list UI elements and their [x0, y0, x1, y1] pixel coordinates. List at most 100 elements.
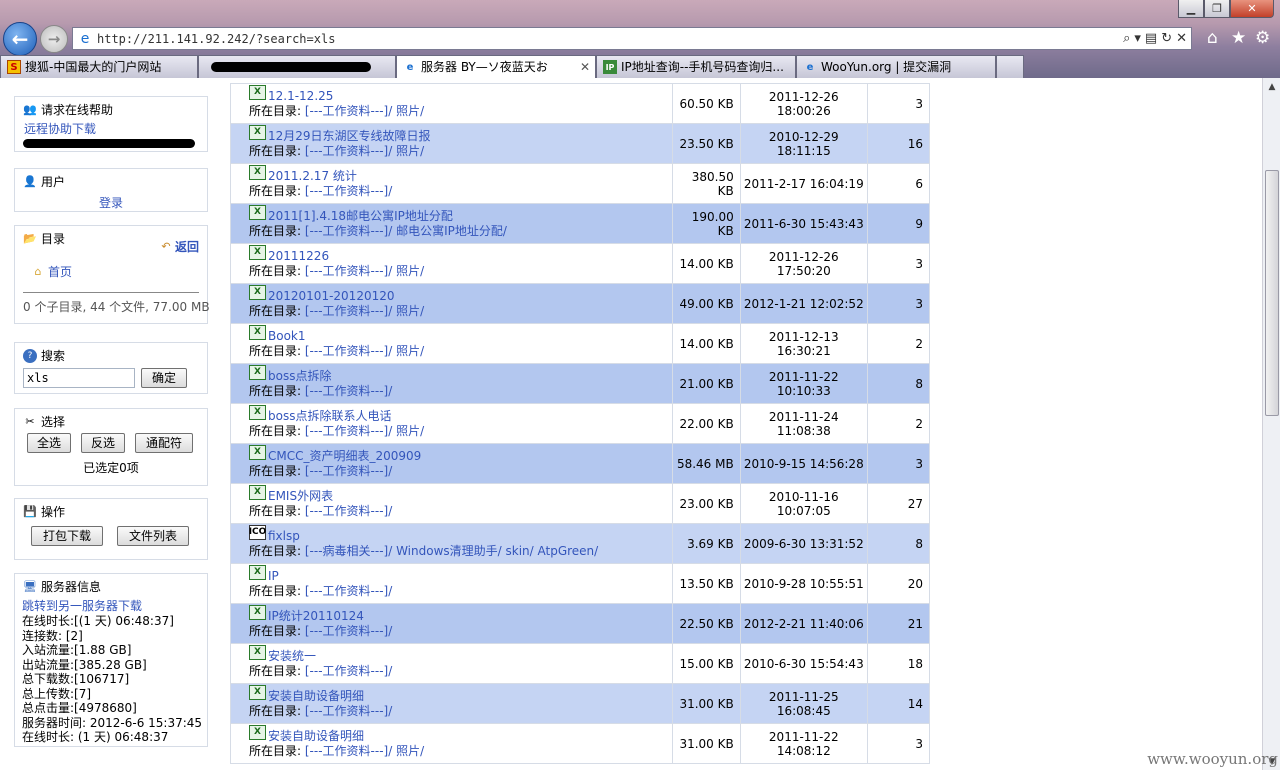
- table-row[interactable]: X 安装统一 所在目录: [---工作资料---]/15.00 KB 2010-6-3…: [230, 643, 931, 684]
- help-title: 请求在线帮助: [41, 103, 114, 117]
- dir-link[interactable]: [---工作资料---]/ 照片/: [305, 144, 424, 158]
- file-link[interactable]: boss点拆除: [268, 369, 331, 384]
- minimize-icon[interactable]: ▁: [1178, 0, 1204, 18]
- file-link[interactable]: EMIS外网表: [268, 489, 333, 504]
- dir-link[interactable]: [---工作资料---]/ 照片/: [305, 344, 424, 358]
- dir-link[interactable]: [---工作资料---]/ 照片/: [305, 304, 424, 318]
- remote-assist-link[interactable]: 远程协助下载: [24, 122, 96, 136]
- forward-button[interactable]: →: [40, 25, 68, 53]
- table-row[interactable]: X 12.1-12.25 所在目录: [---工作资料---]/ 照片/60.50 …: [230, 83, 931, 124]
- file-link[interactable]: 2011.2.17 统计: [268, 169, 357, 184]
- table-row[interactable]: X 2011.2.17 统计 所在目录: [---工作资料---]/380.50 K…: [230, 163, 931, 204]
- file-cell: X 安装自助设备明细 所在目录: [---工作资料---]/ 照片/: [230, 723, 673, 764]
- search-submit-button[interactable]: 确定: [141, 368, 187, 388]
- file-date: 2011-2-17 16:04:19: [739, 163, 868, 204]
- back-button[interactable]: ←: [3, 22, 37, 56]
- vertical-scrollbar[interactable]: ▲ ▼: [1262, 78, 1280, 770]
- table-row[interactable]: X 20120101-20120120 所在目录: [---工作资料---]/ 照片…: [230, 283, 931, 324]
- file-link[interactable]: boss点拆除联系人电话: [268, 409, 391, 424]
- dir-link[interactable]: [---工作资料---]/: [305, 584, 392, 598]
- file-link[interactable]: IP统计20110124: [268, 609, 364, 624]
- search-input[interactable]: [23, 368, 135, 388]
- tab-wooyun[interactable]: e WooYun.org | 提交漏洞: [796, 55, 996, 78]
- table-row[interactable]: X IP 所在目录: [---工作资料---]/13.50 KB 2010-9-28 …: [230, 563, 931, 604]
- file-cell: X 12月29日东湖区专线故障日报 所在目录: [---工作资料---]/ 照片/: [230, 123, 673, 164]
- back-link-wrap[interactable]: ↶ 返回: [159, 238, 199, 255]
- file-link[interactable]: CMCC_资产明细表_200909: [268, 449, 421, 464]
- close-tab-icon[interactable]: ✕: [580, 57, 590, 78]
- table-row[interactable]: X 20111226 所在目录: [---工作资料---]/ 照片/14.00 KB…: [230, 243, 931, 284]
- dir-link[interactable]: [---工作资料---]/ 邮电公寓IP地址分配/: [305, 224, 507, 238]
- table-row[interactable]: X IP统计20110124 所在目录: [---工作资料---]/22.50 KB…: [230, 603, 931, 644]
- dir-link[interactable]: [---工作资料---]/: [305, 704, 392, 718]
- dir-link[interactable]: [---工作资料---]/: [305, 504, 392, 518]
- file-link[interactable]: 安装自助设备明细: [268, 729, 364, 744]
- file-link[interactable]: 20120101-20120120: [268, 289, 395, 304]
- pack-download-button[interactable]: 打包下载: [31, 526, 103, 546]
- dir-link[interactable]: [---工作资料---]/: [305, 384, 392, 398]
- select-all-button[interactable]: 全选: [27, 433, 71, 453]
- table-row[interactable]: X 安装自助设备明细 所在目录: [---工作资料---]/ 照片/31.00 KB…: [230, 723, 931, 764]
- home-link[interactable]: 首页: [48, 263, 72, 280]
- file-list-button[interactable]: 文件列表: [117, 526, 189, 546]
- switch-server-link[interactable]: 跳转到另一服务器下载: [22, 599, 142, 613]
- table-row[interactable]: X Book1 所在目录: [---工作资料---]/ 照片/14.00 KB 201…: [230, 323, 931, 364]
- file-date: 2011-6-30 15:43:43: [739, 203, 868, 244]
- dir-label: 所在目录:: [249, 703, 302, 718]
- file-link[interactable]: 安装统一: [268, 649, 316, 664]
- tools-gear-icon[interactable]: ⚙: [1255, 28, 1270, 48]
- dir-link[interactable]: [---工作资料---]/: [305, 464, 392, 478]
- compat-view-icon[interactable]: ▤: [1145, 31, 1157, 46]
- refresh-icon[interactable]: ↻: [1161, 31, 1172, 46]
- file-link[interactable]: fixlsp: [268, 529, 300, 544]
- table-row[interactable]: Xboss点拆除 所在目录: [---工作资料---]/21.00 KB 2011-…: [230, 363, 931, 404]
- table-row[interactable]: X 2011[1].4.18邮电公寓IP地址分配 所在目录: [---工作资料---…: [230, 203, 931, 244]
- dir-link[interactable]: [---工作资料---]/ 照片/: [305, 104, 424, 118]
- dir-link[interactable]: [---工作资料---]/ 照片/: [305, 264, 424, 278]
- close-window-icon[interactable]: ✕: [1230, 0, 1274, 18]
- dir-link[interactable]: [---病毒相关---]/ Windows清理助手/ skin/ AtpGree…: [305, 544, 598, 558]
- file-link[interactable]: 12月29日东湖区专线故障日报: [268, 129, 431, 144]
- maximize-icon[interactable]: ❐: [1204, 0, 1230, 18]
- file-link[interactable]: IP: [268, 569, 279, 584]
- file-link[interactable]: Book1: [268, 329, 306, 344]
- table-row[interactable]: X CMCC_资产明细表_200909 所在目录: [---工作资料---]/58.…: [230, 443, 931, 484]
- file-link[interactable]: 12.1-12.25: [268, 89, 333, 104]
- table-row[interactable]: Xboss点拆除联系人电话 所在目录: [---工作资料---]/ 照片/22.0…: [230, 403, 931, 444]
- tab-redacted[interactable]: [198, 55, 396, 78]
- dir-link[interactable]: [---工作资料---]/: [305, 624, 392, 638]
- stop-icon[interactable]: ✕: [1176, 31, 1187, 46]
- dir-link[interactable]: [---工作资料---]/ 照片/: [305, 424, 424, 438]
- table-row[interactable]: X EMIS外网表 所在目录: [---工作资料---]/23.00 KB 2010-…: [230, 483, 931, 524]
- search-icon[interactable]: ⌕: [1123, 31, 1130, 46]
- back-link[interactable]: 返回: [175, 238, 199, 255]
- scroll-up-icon[interactable]: ▲: [1263, 78, 1280, 95]
- address-bar[interactable]: e http://211.141.92.242/?search=xls ⌕ ▾ …: [72, 27, 1192, 50]
- dir-link[interactable]: [---工作资料---]/: [305, 664, 392, 678]
- tab-server[interactable]: e 服务器 BY—ソ夜蓝天お ✕: [396, 55, 596, 78]
- file-link[interactable]: 20111226: [268, 249, 329, 264]
- stat-line: 总上传数:[7]: [22, 686, 92, 701]
- dir-label: 所在目录:: [249, 303, 302, 318]
- dropdown-icon[interactable]: ▾: [1134, 31, 1141, 46]
- tab-ip-lookup[interactable]: IP IP地址查询--手机号码查询归...: [596, 55, 796, 78]
- server-icon: 🖥: [23, 580, 37, 593]
- scroll-thumb[interactable]: [1265, 170, 1279, 416]
- tab-sohu[interactable]: S 搜狐-中国最大的门户网站: [0, 55, 198, 78]
- home-icon[interactable]: ⌂: [1207, 28, 1218, 48]
- table-row[interactable]: X 安装自助设备明细 所在目录: [---工作资料---]/31.00 KB 2011…: [230, 683, 931, 724]
- table-row[interactable]: X 12月29日东湖区专线故障日报 所在目录: [---工作资料---]/ 照片/2…: [230, 123, 931, 164]
- invert-selection-button[interactable]: 反选: [81, 433, 125, 453]
- ico-file-icon: ICO: [249, 524, 266, 540]
- file-link[interactable]: 安装自助设备明细: [268, 689, 364, 704]
- login-link[interactable]: 登录: [99, 196, 123, 210]
- url-text[interactable]: http://211.141.92.242/?search=xls: [97, 32, 1123, 46]
- table-row[interactable]: ICO fixlsp 所在目录: [---病毒相关---]/ Windows清理助手…: [230, 523, 931, 564]
- wildcard-button[interactable]: 通配符: [135, 433, 193, 453]
- dir-link[interactable]: [---工作资料---]/ 照片/: [305, 744, 424, 758]
- file-link[interactable]: 2011[1].4.18邮电公寓IP地址分配: [268, 209, 453, 224]
- dir-link[interactable]: [---工作资料---]/: [305, 184, 392, 198]
- download-count: 3: [866, 83, 931, 124]
- new-tab-button[interactable]: [996, 55, 1024, 78]
- favorites-star-icon[interactable]: ★: [1231, 28, 1246, 48]
